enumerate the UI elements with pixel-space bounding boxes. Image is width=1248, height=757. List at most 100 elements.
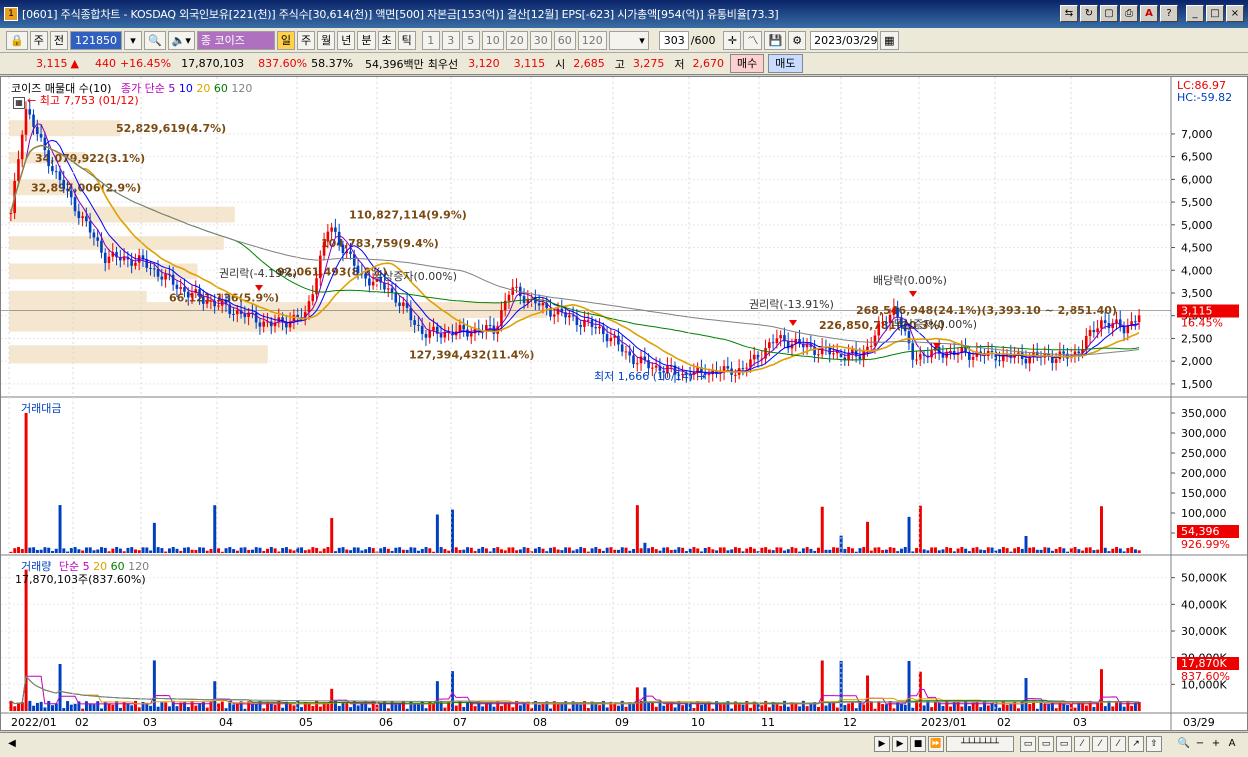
interval-60[interactable]: 60 xyxy=(553,30,576,50)
font-icon[interactable]: A xyxy=(1140,5,1158,22)
volume-bar xyxy=(541,703,545,711)
amount-bar xyxy=(303,550,307,553)
amount-bar xyxy=(447,550,451,553)
volume-bar xyxy=(122,701,126,711)
amount-bar xyxy=(564,547,568,553)
volume-bar xyxy=(360,703,364,711)
volume-bar xyxy=(990,703,994,711)
stock-code-input[interactable]: 121850 xyxy=(69,30,122,50)
tool-icon[interactable]: ⇧ xyxy=(1146,736,1162,752)
minus-icon[interactable]: − xyxy=(1192,736,1208,752)
candle-body xyxy=(511,287,515,295)
sell-button[interactable]: 매도 xyxy=(768,54,803,73)
volume-bar xyxy=(84,701,88,711)
line-icon[interactable]: ⁄ xyxy=(1092,736,1108,752)
chart-scrollbar[interactable]: ◀ ▶ ▶ ■ ⏩ ┴┴┴┴┴┴┴ ▭ ▭ ▭ ⁄ ⁄ ⁄ ↗ ⇧ 🔍 − + … xyxy=(0,732,1248,757)
period-week[interactable]: 주 xyxy=(297,30,316,50)
zoom-area-icon[interactable]: ▭ xyxy=(1038,736,1054,752)
plus-icon[interactable]: + xyxy=(1208,736,1224,752)
zoom-slider[interactable]: ┴┴┴┴┴┴┴ xyxy=(946,736,1014,752)
best-ask: 3,120 xyxy=(468,57,500,70)
volume-bar xyxy=(1024,678,1028,711)
stock-chart[interactable]: 7,000 6,500 6,000 5,500 5,000 4,500 4,000 3,500… xyxy=(1,77,1247,730)
save-icon[interactable]: 💾 xyxy=(764,30,787,50)
candle-body xyxy=(171,274,175,285)
period-month[interactable]: 월 xyxy=(317,30,336,50)
volume-bar xyxy=(805,706,809,711)
period-tick[interactable]: 틱 xyxy=(397,30,416,50)
close-button[interactable]: × xyxy=(1226,5,1244,22)
interval-3[interactable]: 3 xyxy=(441,30,460,50)
play-icon[interactable]: ▶ xyxy=(874,736,890,752)
print-icon[interactable]: ⎙ xyxy=(1120,5,1138,22)
calendar-small-icon[interactable]: ▦ xyxy=(13,97,25,109)
amount-bar xyxy=(767,549,771,553)
period-year[interactable]: 년 xyxy=(337,30,356,50)
scroll-left-icon[interactable]: ◀ xyxy=(4,736,20,752)
maximize-button[interactable]: □ xyxy=(1206,5,1224,22)
volume-bar xyxy=(900,703,903,711)
period-day[interactable]: 일 xyxy=(276,30,295,50)
amount-bar xyxy=(967,551,971,553)
lock-icon[interactable]: 🔒 xyxy=(6,30,28,50)
amount-value-tag-text: 54,396 xyxy=(1181,525,1220,538)
amount-bar xyxy=(428,548,432,553)
volume-bar xyxy=(884,704,888,711)
fit-icon[interactable]: ▭ xyxy=(1020,736,1036,752)
link-icon[interactable]: ⇆ xyxy=(1060,5,1078,22)
interval-30[interactable]: 30 xyxy=(529,30,552,50)
dropdown-icon[interactable]: ▾ xyxy=(123,30,142,50)
arrow-draw-icon[interactable]: ↗ xyxy=(1128,736,1144,752)
refresh-icon[interactable]: ↻ xyxy=(1080,5,1098,22)
volume-bar xyxy=(194,705,198,711)
crosshair-icon[interactable]: ✛ xyxy=(723,30,742,50)
window-icon[interactable]: ▢ xyxy=(1100,5,1118,22)
trend-icon[interactable]: ⁄ xyxy=(1110,736,1126,752)
event-annotation: 권리락(-4.19%) xyxy=(219,267,297,280)
count-input[interactable]: 303 xyxy=(658,30,689,50)
search-icon[interactable]: 🔍 xyxy=(143,30,166,50)
text-icon[interactable]: A xyxy=(1224,736,1240,752)
volume-bar xyxy=(643,687,647,711)
prev-button[interactable]: 전 xyxy=(49,30,68,50)
volume-bar xyxy=(560,704,564,711)
settings-icon[interactable]: ⚙ xyxy=(788,30,807,50)
period-second[interactable]: 초 xyxy=(377,30,396,50)
speaker-icon[interactable]: 🔈▾ xyxy=(167,30,195,50)
buy-button[interactable]: 매수 xyxy=(730,54,765,73)
amount-bar xyxy=(232,549,236,553)
interval-1[interactable]: 1 xyxy=(421,30,440,50)
interval-120[interactable]: 120 xyxy=(577,30,607,50)
calendar-icon[interactable]: ▦ xyxy=(880,30,899,50)
help-icon[interactable]: ? xyxy=(1160,5,1178,22)
draw-icon[interactable]: ⁄ xyxy=(1074,736,1090,752)
minimize-button[interactable]: _ xyxy=(1186,5,1204,22)
amount-bar xyxy=(820,506,824,553)
stock-name-field[interactable]: 종 코이즈 xyxy=(196,30,275,50)
period-minute[interactable]: 분 xyxy=(357,30,376,50)
interval-10[interactable]: 10 xyxy=(481,30,504,50)
amount-bar xyxy=(96,549,100,553)
volume-bar xyxy=(617,705,620,711)
step-icon[interactable]: ▶ xyxy=(892,736,908,752)
date-input[interactable]: 2023/03/29 xyxy=(810,30,879,50)
amount-bar xyxy=(741,551,745,553)
amount-bar xyxy=(183,547,187,553)
interval-20[interactable]: 20 xyxy=(505,30,528,50)
interval-5[interactable]: 5 xyxy=(461,30,480,50)
amount-bar xyxy=(930,547,934,553)
type-select[interactable]: 주 xyxy=(29,30,48,50)
volume-bar xyxy=(847,703,851,711)
indicator-icon[interactable]: 〽 xyxy=(743,30,763,50)
volume-bar xyxy=(877,701,881,711)
zoom-out-area-icon[interactable]: ▭ xyxy=(1056,736,1072,752)
candle-body xyxy=(77,211,81,219)
volume-bar xyxy=(1062,703,1066,711)
interval-custom[interactable]: ▾ xyxy=(608,30,649,50)
stop-icon[interactable]: ■ xyxy=(910,736,926,752)
chart-area[interactable]: 7,000 6,500 6,000 5,500 5,000 4,500 4,000 3,500… xyxy=(0,76,1248,731)
amount-bar xyxy=(152,522,156,553)
fast-forward-icon[interactable]: ⏩ xyxy=(928,736,944,752)
candle-body xyxy=(1096,328,1099,333)
magnifier-icon[interactable]: 🔍 xyxy=(1176,736,1192,752)
